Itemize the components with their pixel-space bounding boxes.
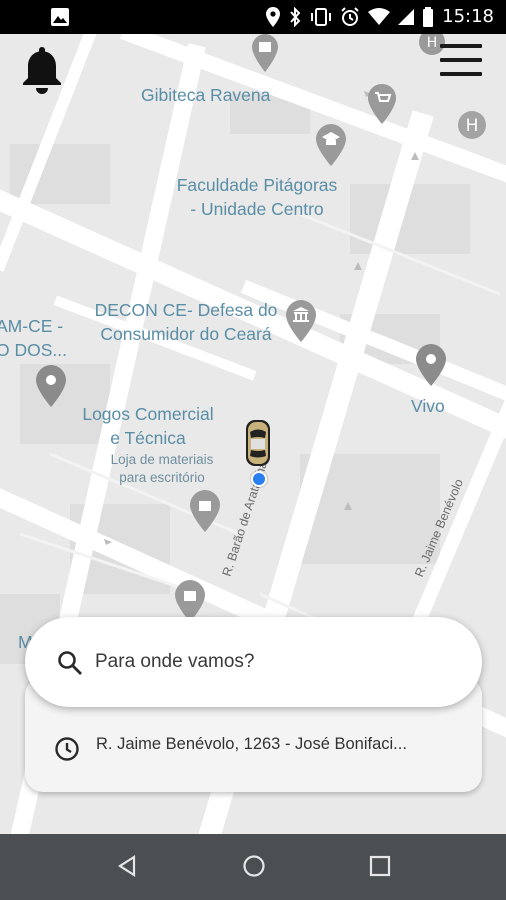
vibrate-icon [311, 7, 332, 26]
map-label-logos-sub2: para escritório [119, 470, 205, 485]
notifications-bell-icon[interactable] [20, 44, 64, 96]
battery-icon [423, 6, 434, 27]
hospital-h-poi-icon[interactable]: H [457, 110, 487, 140]
car-marker-icon [246, 420, 270, 466]
shopping-bag-poi-icon[interactable] [252, 34, 278, 72]
place-pin-poi-icon-left[interactable] [36, 365, 66, 407]
destination-search-box[interactable] [25, 617, 482, 707]
map-label-decon-line1: DECON CE- Defesa do [94, 300, 278, 320]
map-label-faculdade-line1: Faculdade Pitágoras [176, 175, 338, 195]
cell-signal-icon [398, 8, 415, 25]
recents-nav-icon[interactable] [369, 854, 391, 878]
wifi-icon [368, 7, 391, 25]
map-label-faculdade-line2: - Unidade Centro [190, 199, 324, 219]
recent-destination-address: R. Jaime Benévolo, 1263 - José Bonifaci.… [96, 735, 407, 753]
map-label-logos-sub1: Loja de materiais [110, 452, 214, 467]
home-nav-icon[interactable] [242, 854, 266, 878]
place-pin-poi-icon[interactable] [416, 344, 446, 386]
map-label-am-ce[interactable]: AM-CE - O DOS... [0, 314, 67, 362]
store-poi-icon[interactable] [190, 490, 220, 532]
location-icon [266, 6, 281, 27]
map-label-logos-line1: Logos Comercial [82, 404, 214, 424]
map-label-logos-subtitle: Loja de materiais para escritório [96, 451, 228, 487]
map-label-am-ce-line1: AM-CE - [0, 316, 64, 336]
menu-hamburger-icon[interactable] [440, 44, 482, 80]
search-icon [58, 651, 82, 675]
map-label-decon-line2: Consumidor do Ceará [100, 324, 272, 344]
status-bar: 15:18 [0, 0, 506, 34]
app-screen: 15:18 H H Gibiteca Ravena Faculdade Pitá… [0, 0, 506, 900]
status-time: 15:18 [442, 6, 494, 27]
shopping-cart-poi-icon[interactable] [368, 84, 396, 124]
current-location-dot [251, 471, 267, 487]
government-poi-icon[interactable] [286, 300, 316, 342]
svg-text:H: H [466, 116, 479, 136]
history-clock-icon [55, 737, 79, 761]
map-label-gibiteca[interactable]: Gibiteca Ravena [141, 83, 270, 107]
map-label-logos-line2: e Técnica [110, 428, 186, 448]
map-label-am-ce-line2: O DOS... [0, 340, 67, 360]
recent-destination-item[interactable]: R. Jaime Benévolo, 1263 - José Bonifaci.… [25, 709, 482, 789]
android-nav-bar [0, 834, 506, 900]
gallery-notification-icon [50, 7, 70, 32]
alarm-icon [341, 6, 359, 26]
bluetooth-icon [290, 6, 301, 27]
destination-search-input[interactable] [95, 647, 455, 677]
university-poi-icon[interactable] [316, 124, 346, 166]
map-label-logos[interactable]: Logos Comercial e Técnica [70, 402, 226, 450]
back-nav-icon[interactable] [116, 854, 138, 878]
map-label-decon[interactable]: DECON CE- Defesa do Consumidor do Ceará [86, 298, 286, 346]
map-label-vivo[interactable]: Vivo [411, 394, 445, 418]
store-poi-icon-2[interactable] [175, 580, 205, 622]
map-label-faculdade[interactable]: Faculdade Pitágoras - Unidade Centro [164, 173, 350, 221]
destination-panel: R. Jaime Benévolo, 1263 - José Bonifaci.… [25, 617, 482, 792]
svg-text:H: H [427, 35, 438, 51]
